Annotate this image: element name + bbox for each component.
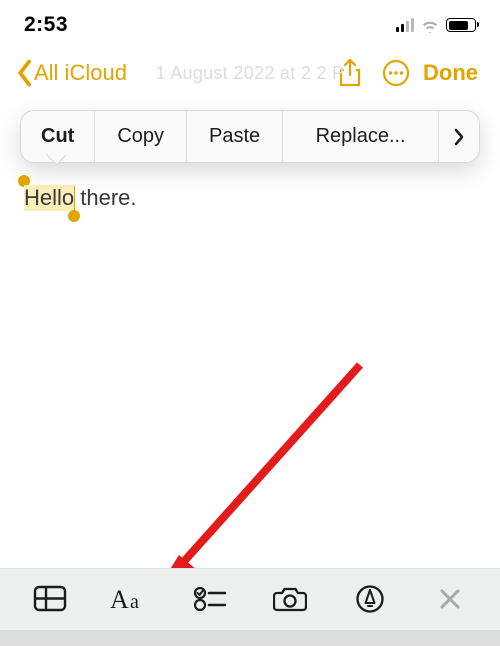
- share-icon: [337, 58, 363, 88]
- status-indicators: [396, 18, 476, 32]
- checklist-button[interactable]: [184, 576, 236, 622]
- selected-text[interactable]: Hello: [24, 185, 74, 211]
- paste-button[interactable]: Paste: [187, 111, 283, 162]
- svg-text:a: a: [130, 591, 139, 613]
- back-label: All iCloud: [34, 60, 127, 86]
- ellipsis-circle-icon: [381, 58, 411, 88]
- wifi-icon: [420, 18, 440, 32]
- more-button[interactable]: [373, 58, 419, 88]
- note-text-rest[interactable]: there.: [74, 185, 136, 210]
- text-format-button[interactable]: A a: [104, 576, 156, 622]
- selection-handle-end[interactable]: [68, 210, 80, 222]
- note-editor[interactable]: Hello there.: [0, 163, 500, 234]
- status-time: 2:53: [24, 13, 68, 37]
- markup-button[interactable]: [344, 576, 396, 622]
- close-icon: [438, 587, 462, 611]
- checklist-icon: [194, 586, 226, 612]
- done-button[interactable]: Done: [419, 60, 484, 86]
- cellular-icon: [396, 18, 414, 32]
- chevron-right-icon: [453, 127, 465, 147]
- chevron-left-icon: [16, 59, 32, 87]
- battery-icon: [446, 18, 476, 32]
- text-format-icon: A a: [110, 585, 150, 613]
- dismiss-keyboard-button[interactable]: [424, 576, 476, 622]
- table-icon: [33, 585, 67, 612]
- markup-icon: [355, 584, 385, 614]
- back-button[interactable]: All iCloud: [16, 59, 127, 87]
- camera-button[interactable]: [264, 576, 316, 622]
- menu-more-button[interactable]: [439, 111, 479, 162]
- bottom-strip: [0, 630, 500, 646]
- replace-button[interactable]: Replace...: [283, 111, 439, 162]
- table-button[interactable]: [24, 576, 76, 622]
- copy-button[interactable]: Copy: [95, 111, 187, 162]
- annotation-arrow: [145, 355, 375, 595]
- keyboard-toolbar: A a: [0, 568, 500, 630]
- navigation-bar: 1 August 2022 at 2 2 P All iCloud Done: [0, 44, 500, 102]
- edit-menu-popover: Cut Copy Paste Replace...: [0, 110, 500, 163]
- share-button[interactable]: [327, 58, 373, 88]
- status-bar: 2:53: [0, 0, 500, 44]
- svg-text:A: A: [110, 585, 129, 613]
- camera-icon: [273, 585, 307, 612]
